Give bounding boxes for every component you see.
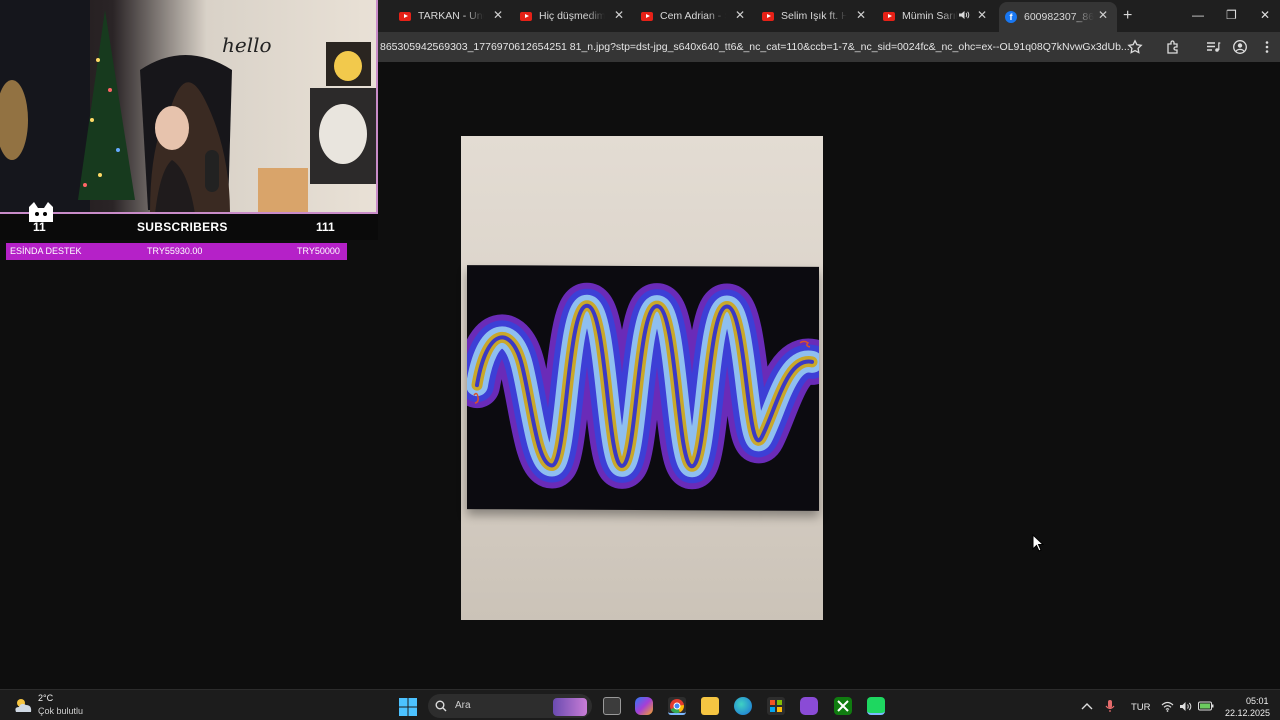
tab-title: Selim Işık ft. Hidayet [781,10,847,22]
clock-time[interactable]: 05:01 [1246,696,1269,706]
menu-kebab-icon[interactable] [1259,39,1275,55]
tab-title: TARKAN - Unutma [418,10,484,22]
youtube-icon [399,11,411,21]
language-indicator[interactable]: TUR [1131,702,1151,713]
close-icon[interactable]: ✕ [614,9,624,21]
address-bar[interactable]: 865305942569303_1776970612654251 81_n.jp… [376,35,1146,59]
close-icon[interactable]: ✕ [493,9,503,21]
close-icon[interactable]: ✕ [977,9,987,21]
search-icon [435,700,447,712]
search-placeholder: Ara [455,700,471,711]
close-icon[interactable]: ✕ [1098,9,1108,21]
profile-icon[interactable] [1232,39,1248,55]
webcam-overlay: hello [0,0,378,214]
wifi-icon[interactable] [1161,701,1174,712]
donation-label: ESİNDA DESTEK [10,246,82,256]
tab-tarkan[interactable]: TARKAN - Unutma [399,4,484,28]
volume-icon[interactable] [1179,701,1192,712]
search-highlight-icon [553,698,587,716]
facebook-icon: f [1005,11,1017,23]
streaming-app-icon[interactable] [867,697,885,715]
microsoft-store-icon[interactable] [767,697,785,715]
weather-cloud-icon[interactable] [12,696,34,714]
mouse-cursor-icon [1032,534,1044,552]
close-icon[interactable]: ✕ [856,9,866,21]
media-controls-icon[interactable] [1205,39,1221,55]
clock-date[interactable]: 22.12.2025 [1225,708,1270,718]
microphone-icon[interactable] [1105,699,1115,713]
battery-icon[interactable] [1198,701,1214,711]
xbox-icon[interactable] [834,697,852,715]
viewed-photo[interactable] [454,136,835,620]
file-explorer-icon[interactable] [701,697,719,715]
bookmark-star-icon[interactable] [1127,39,1143,55]
donation-goal-bar: ESİNDA DESTEK TRY55930.00 TRY50000 [6,243,347,260]
tab-title: Mümin Sarıkaya [902,10,958,22]
weather-description[interactable]: Çok bulutlu [38,706,83,716]
new-tab-button[interactable]: + [1123,7,1132,25]
tab-title: Cem Adrian - Sen [660,10,726,22]
edge-icon[interactable] [734,697,752,715]
tab-mumin-sarikaya[interactable]: Mümin Sarıkaya [883,4,958,28]
chrome-icon[interactable] [668,697,686,715]
subscribers-goal: 111 [316,220,335,234]
close-window-icon[interactable]: ✕ [1260,8,1270,22]
wall-hello-text: hello [222,33,272,57]
subscribers-current: 11 [33,220,46,234]
chevron-up-icon[interactable] [1081,702,1093,710]
windows-start-icon[interactable] [399,698,417,716]
screen: TARKAN - Unutma ✕ Hiç düşmedim mi ✕ Cem … [0,0,1280,720]
wavy-painting [454,265,835,511]
tab-hic-dusmedim[interactable]: Hiç düşmedim mi [520,4,605,28]
subscribers-label: SUBSCRIBERS [137,220,228,234]
app-purple-icon[interactable] [800,697,818,715]
close-icon[interactable]: ✕ [735,9,745,21]
minimize-icon[interactable]: — [1192,8,1204,22]
weather-temperature[interactable]: 2°C [38,693,53,703]
tab-cem-adrian[interactable]: Cem Adrian - Sen [641,4,726,28]
copilot-icon[interactable] [635,697,653,715]
youtube-icon [641,11,653,21]
tab-selim-isik[interactable]: Selim Işık ft. Hidayet [762,4,847,28]
youtube-icon [762,11,774,21]
youtube-icon [520,11,532,21]
tab-title: 600982307_865 [1024,11,1094,23]
donation-current: TRY55930.00 [147,246,203,256]
donation-goal: TRY50000 [297,246,340,256]
tab-title: Hiç düşmedim mi [539,10,605,22]
webcam-scene: hello [0,0,376,212]
youtube-icon [883,11,895,21]
extensions-icon[interactable] [1165,39,1181,55]
task-view-icon[interactable] [603,697,621,715]
speaker-icon[interactable] [958,10,970,20]
painting-artwork [454,282,835,490]
restore-icon[interactable]: ❐ [1226,8,1237,22]
